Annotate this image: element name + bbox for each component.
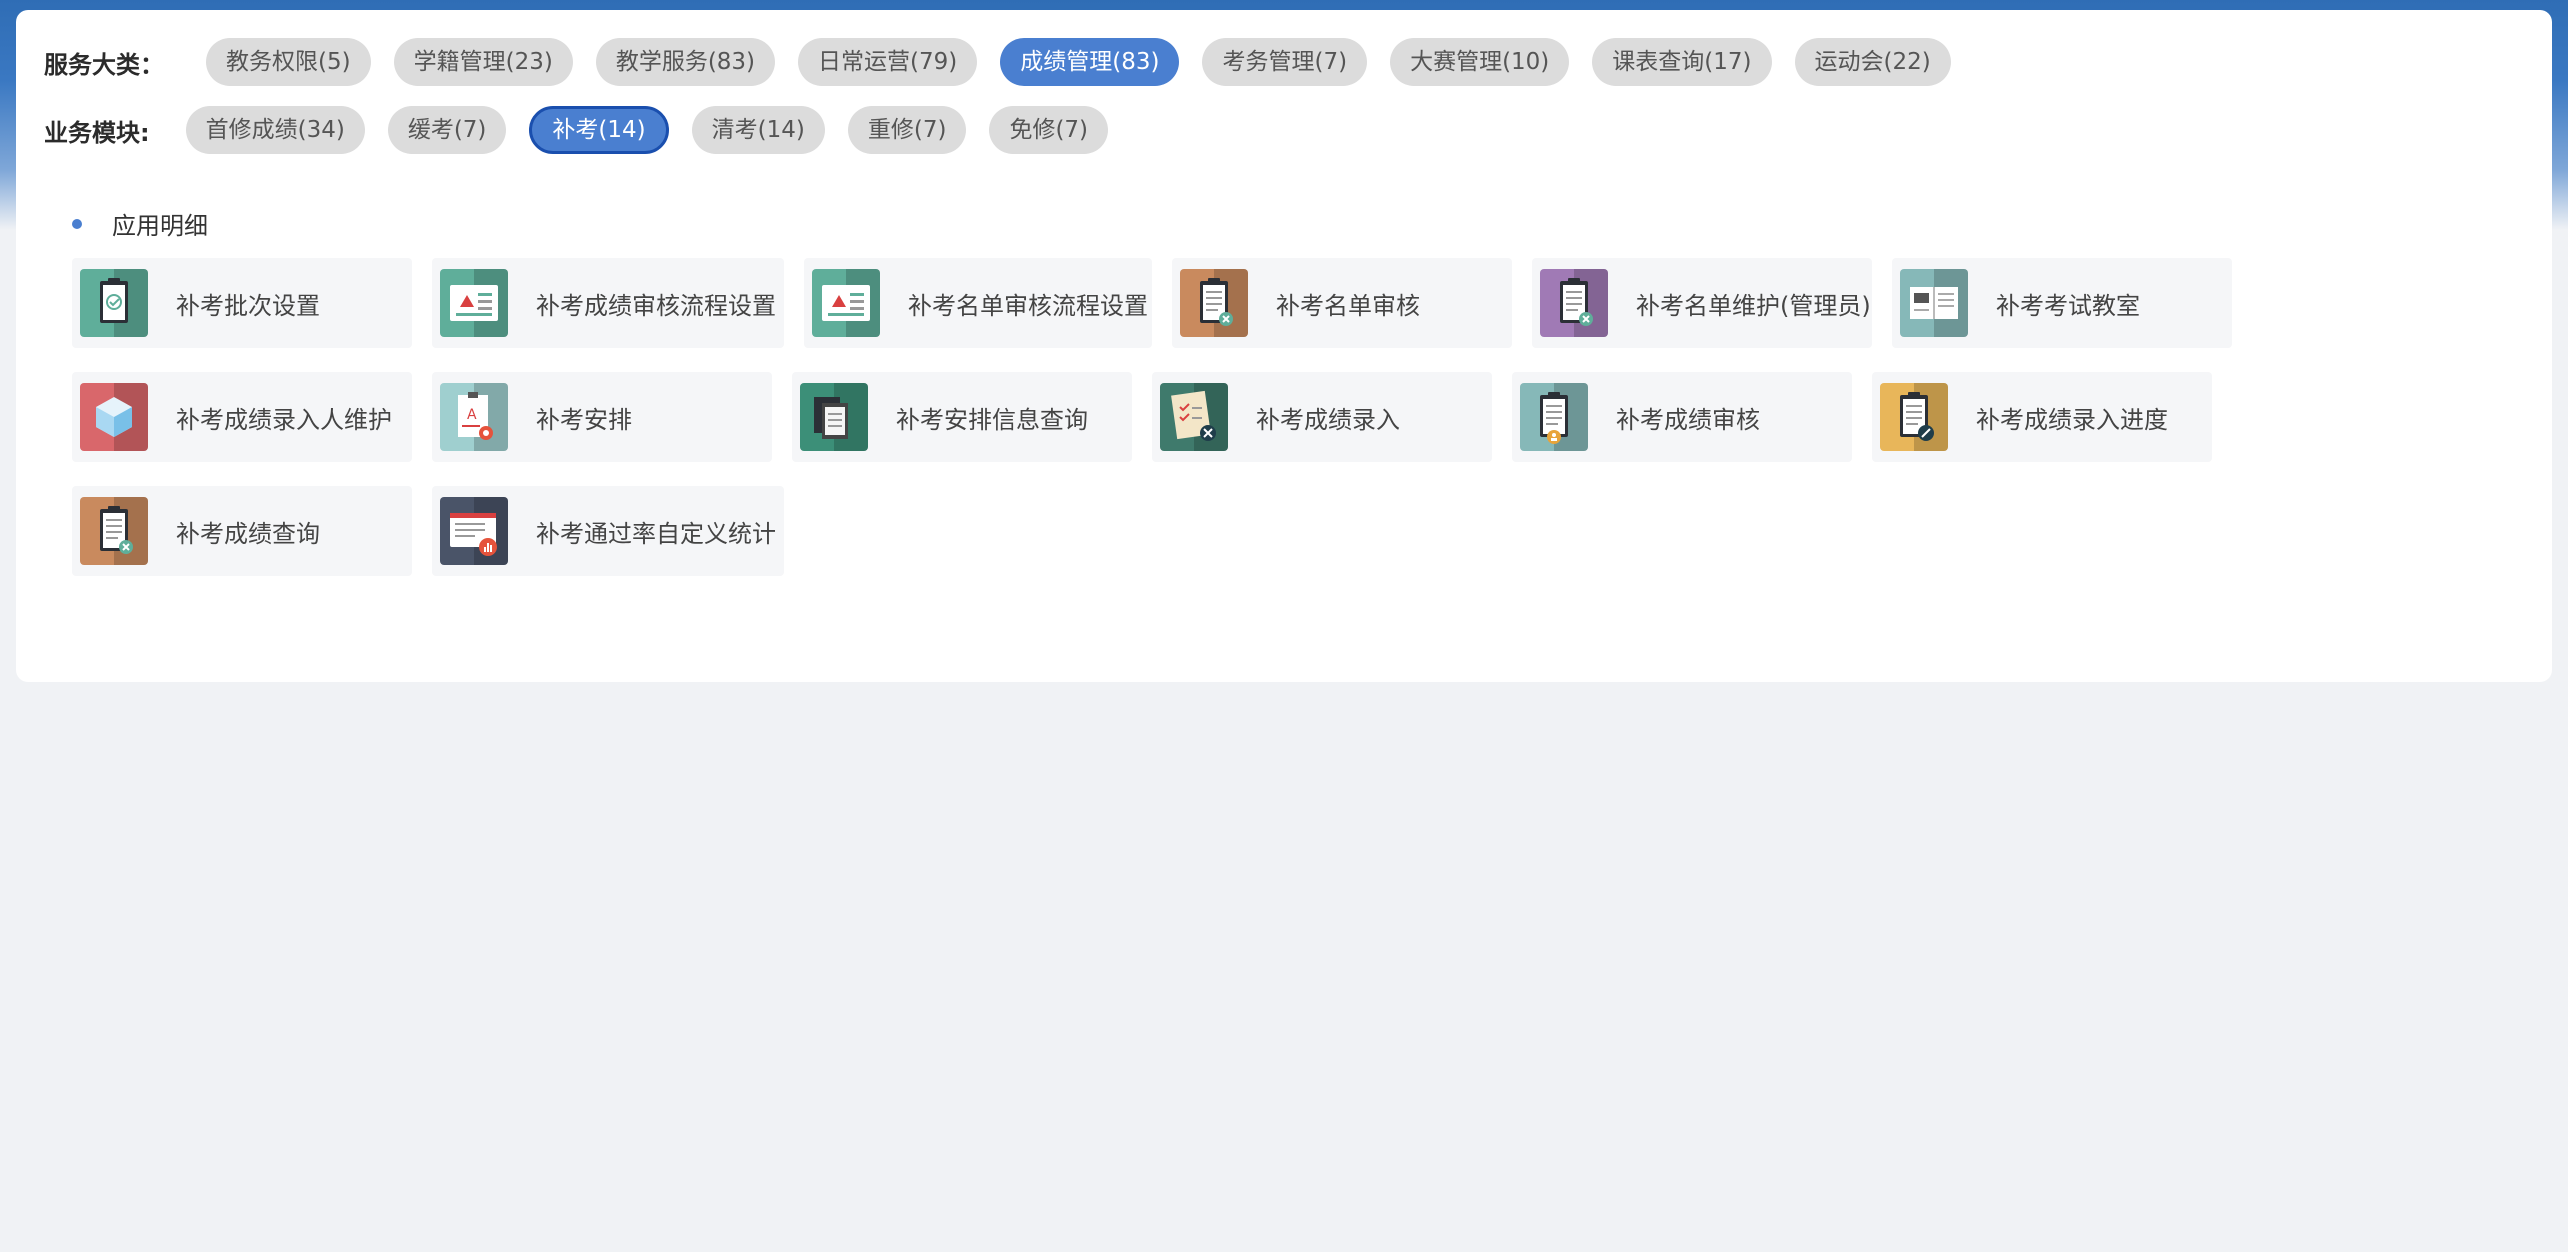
module-pill[interactable]: 清考(14)	[691, 106, 825, 154]
app-tile[interactable]: 补考名单审核	[1172, 258, 1512, 348]
app-name: 补考成绩录入	[1256, 405, 1400, 434]
app-tile[interactable]: 补考通过率自定义统计	[432, 486, 784, 576]
clipboard-check-icon	[80, 269, 148, 337]
app-name: 补考安排信息查询	[896, 405, 1088, 434]
app-tile[interactable]: 补考名单维护(管理员)	[1532, 258, 1872, 348]
category-pill[interactable]: 大赛管理(10)	[1390, 38, 1570, 86]
warning-list-icon	[440, 269, 508, 337]
app-name: 补考名单审核	[1276, 291, 1420, 320]
clipboard-pencil-icon	[1880, 383, 1948, 451]
app-name: 补考成绩录入人维护	[176, 405, 392, 434]
module-filter-label: 业务模块:	[44, 118, 150, 147]
main-panel: 服务大类： 教务权限(5) 学籍管理(23) 教学服务(83) 日常运营(79)…	[16, 10, 2552, 682]
category-pill[interactable]: 运动会(22)	[1794, 38, 1951, 86]
category-pill[interactable]: 日常运营(79)	[798, 38, 978, 86]
open-book-icon	[1900, 269, 1968, 337]
module-pill-active[interactable]: 补考(14)	[529, 106, 669, 154]
app-name: 补考成绩查询	[176, 519, 320, 548]
app-tile[interactable]: 补考成绩审核	[1512, 372, 1852, 462]
module-pill[interactable]: 重修(7)	[847, 106, 967, 154]
app-tile[interactable]: 补考成绩录入人维护	[72, 372, 412, 462]
category-pill[interactable]: 教务权限(5)	[206, 38, 371, 86]
cube-icon	[80, 383, 148, 451]
app-grid: 补考批次设置 补考成绩审核流程设置 补考名单审核流程设置 补考名单审核 补考名单…	[72, 258, 2472, 600]
svg-text:A: A	[467, 407, 477, 423]
app-name: 补考批次设置	[176, 291, 320, 320]
app-tile[interactable]: 补考安排信息查询	[792, 372, 1132, 462]
app-tile[interactable]: 补考成绩录入	[1152, 372, 1492, 462]
app-row: 补考批次设置 补考成绩审核流程设置 补考名单审核流程设置 补考名单审核 补考名单…	[72, 258, 2472, 348]
category-pill-active[interactable]: 成绩管理(83)	[1000, 38, 1180, 86]
app-row: 补考成绩录入人维护 A 补考安排 补考安排信息查询 补考成绩录入 补考成绩审核 补…	[72, 372, 2472, 462]
module-pill[interactable]: 免修(7)	[989, 106, 1109, 154]
documents-icon	[800, 383, 868, 451]
category-pill[interactable]: 学籍管理(23)	[393, 38, 573, 86]
app-row: 补考成绩查询 补考通过率自定义统计	[72, 486, 2472, 576]
clipboard-tools-icon	[1180, 269, 1248, 337]
app-name: 补考安排	[536, 405, 632, 434]
module-pill[interactable]: 缓考(7)	[387, 106, 507, 154]
bullet-dot-icon	[72, 218, 82, 229]
app-name: 补考成绩审核	[1616, 405, 1760, 434]
app-name: 补考名单审核流程设置	[908, 291, 1148, 320]
app-name: 补考成绩录入进度	[1976, 405, 2168, 434]
checklist-tools-icon	[1160, 383, 1228, 451]
exam-paper-gear-icon: A	[440, 383, 508, 451]
category-pill[interactable]: 课表查询(17)	[1592, 38, 1772, 86]
app-name: 补考考试教室	[1996, 291, 2140, 320]
category-filter-row: 服务大类： 教务权限(5) 学籍管理(23) 教学服务(83) 日常运营(79)…	[44, 38, 1974, 86]
app-tile[interactable]: A 补考安排	[432, 372, 772, 462]
warning-list-icon	[812, 269, 880, 337]
app-tile[interactable]: 补考成绩查询	[72, 486, 412, 576]
app-name: 补考成绩审核流程设置	[536, 291, 776, 320]
clipboard-tools-icon	[1540, 269, 1608, 337]
clipboard-user-icon	[1520, 383, 1588, 451]
section-title: 应用明细	[112, 212, 208, 240]
section-header: 应用明细	[72, 206, 208, 241]
module-pill[interactable]: 首修成绩(34)	[185, 106, 365, 154]
category-pill[interactable]: 考务管理(7)	[1202, 38, 1368, 86]
app-name: 补考通过率自定义统计	[536, 519, 776, 548]
app-tile[interactable]: 补考批次设置	[72, 258, 412, 348]
report-chart-icon	[440, 497, 508, 565]
clipboard-tools-icon	[80, 497, 148, 565]
category-filter-label: 服务大类：	[44, 50, 164, 79]
app-tile[interactable]: 补考成绩审核流程设置	[432, 258, 784, 348]
module-filter-row: 业务模块: 首修成绩(34) 缓考(7) 补考(14) 清考(14) 重修(7)…	[44, 106, 1131, 154]
category-pill[interactable]: 教学服务(83)	[595, 38, 776, 86]
app-tile[interactable]: 补考成绩录入进度	[1872, 372, 2212, 462]
app-name: 补考名单维护(管理员)	[1636, 291, 1871, 320]
app-tile[interactable]: 补考考试教室	[1892, 258, 2232, 348]
app-tile[interactable]: 补考名单审核流程设置	[804, 258, 1152, 348]
